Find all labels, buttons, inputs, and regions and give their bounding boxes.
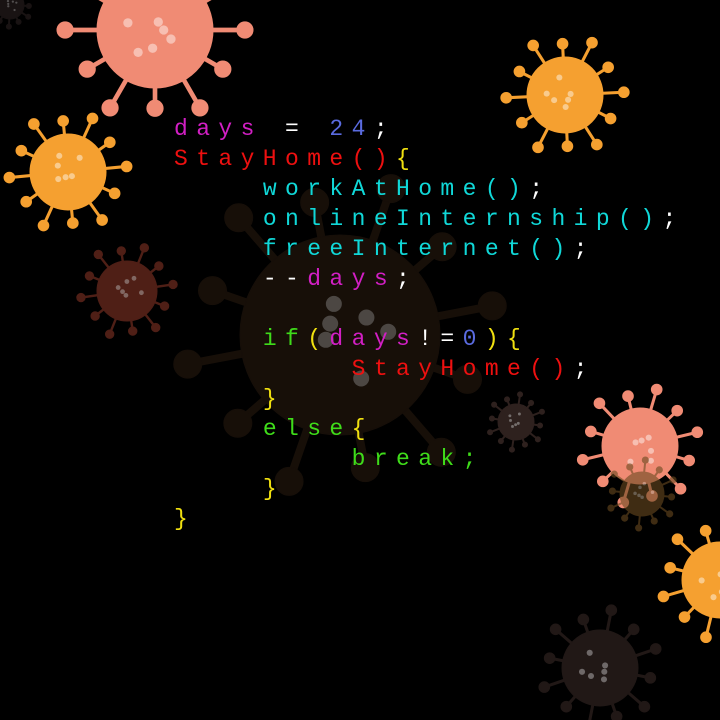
code-token-punct: !=	[418, 326, 463, 352]
code-line: freeInternet();	[174, 234, 685, 264]
code-token-punct: ;	[373, 116, 397, 142]
code-token-brace: )	[484, 326, 508, 352]
code-token-variable: days	[307, 266, 397, 292]
code-line: workAtHome();	[174, 174, 685, 204]
code-token-brace: }	[174, 506, 197, 532]
code-token-punct: ;	[529, 176, 552, 202]
virus-icon	[538, 604, 662, 720]
code-block: days = 24; StayHome(){ workAtHome(); onli…	[174, 114, 685, 534]
virus-icon	[0, 0, 32, 30]
code-token-number: 0	[462, 326, 485, 352]
code-line: StayHome(){	[174, 144, 685, 174]
virus-icon	[657, 524, 720, 644]
code-token-call: workAtHome()	[262, 176, 530, 202]
code-token-keyword: break;	[351, 446, 485, 472]
code-token-brace: {	[396, 146, 419, 172]
code-line: }	[174, 504, 685, 534]
code-token-punct: ;	[396, 266, 419, 292]
code-token-brace: }	[262, 476, 286, 502]
code-token-punct: ;	[573, 356, 596, 382]
code-token-variable: days	[329, 326, 419, 352]
code-token-number: 24	[329, 116, 374, 142]
code-line: }	[174, 474, 685, 504]
code-token-variable: days	[174, 116, 263, 142]
code-token-call: freeInternet()	[262, 236, 574, 262]
code-token-function: StayHome()	[174, 146, 397, 172]
code-line: --days;	[174, 264, 685, 294]
code-line: break;	[174, 444, 685, 474]
code-token-brace: }	[262, 386, 286, 412]
code-token-brace: {	[351, 416, 374, 442]
virus-icon	[3, 112, 133, 232]
code-token-brace: {	[507, 326, 530, 352]
code-line: onlineInternship();	[174, 204, 685, 234]
code-token-brace: (	[307, 326, 330, 352]
code-token-punct: --	[262, 266, 308, 292]
code-token-punct: =	[262, 116, 330, 142]
code-token-function: StayHome()	[351, 356, 574, 382]
virus-icon	[76, 243, 178, 339]
code-token-punct: ;	[662, 206, 685, 232]
code-line: days = 24;	[174, 114, 685, 144]
code-line: else{	[174, 414, 685, 444]
code-token-keyword: else	[262, 416, 352, 442]
code-token-call: onlineInternship()	[262, 206, 663, 232]
code-line: if(days!=0){	[174, 324, 685, 354]
code-token-keyword: if	[262, 326, 308, 352]
code-token-punct: ;	[573, 236, 596, 262]
code-line: StayHome();	[174, 354, 685, 384]
virus-icon	[56, 0, 254, 117]
code-line: }	[174, 384, 685, 414]
